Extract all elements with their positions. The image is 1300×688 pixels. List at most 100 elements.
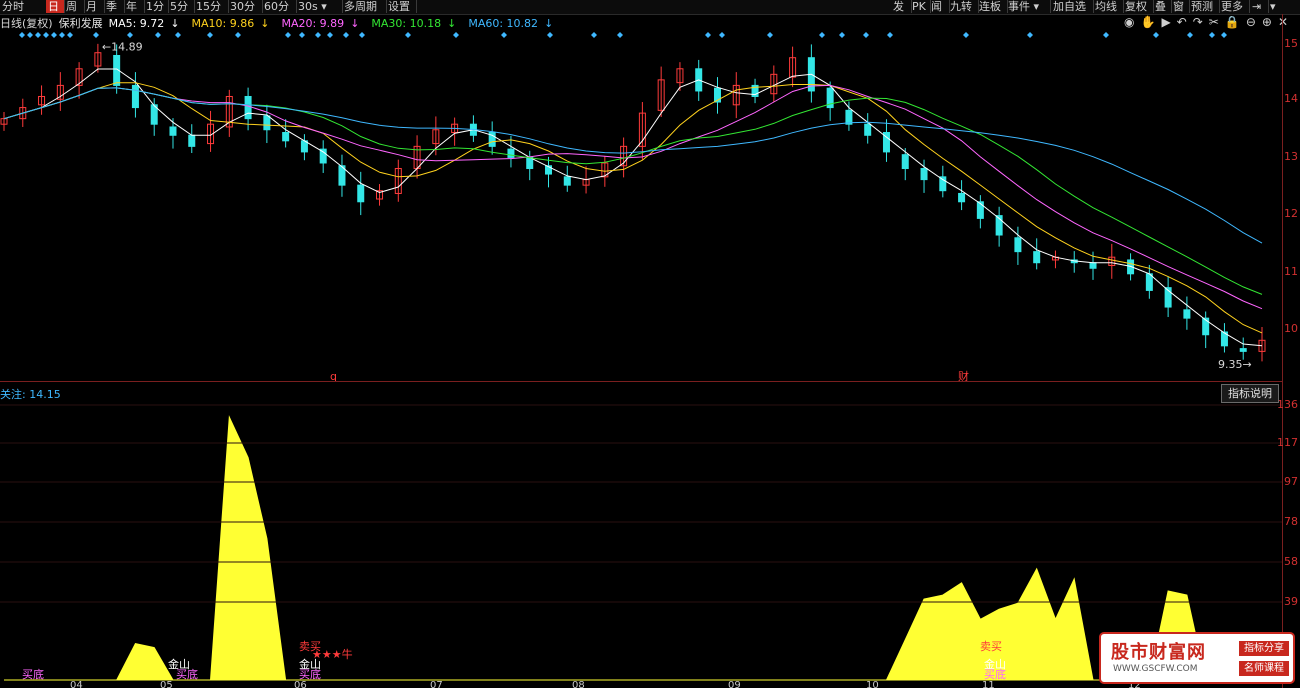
ma20-line: [3, 84, 1263, 310]
signal-diamond: [285, 32, 291, 38]
signal-diamond: [547, 32, 553, 38]
candle-body: [507, 148, 515, 158]
candle-body: [1239, 348, 1247, 352]
price-tick-14: 14: [1284, 92, 1298, 105]
signal-diamond: [155, 32, 161, 38]
candle-body: [131, 84, 139, 109]
signal-diamond: [963, 32, 969, 38]
watermark-tag-course: 名师课程: [1239, 661, 1289, 676]
candle-body: [1089, 262, 1097, 269]
date-08: 08: [572, 680, 585, 688]
watermark-title: 股市财富网: [1111, 642, 1206, 663]
candle-body: [958, 192, 966, 203]
candle-body: [976, 201, 984, 219]
candle-body: [1033, 251, 1041, 264]
candle-body: [357, 184, 365, 203]
indicator-area: [4, 415, 1262, 681]
date-10: 10: [866, 680, 879, 688]
signal-diamond: [359, 32, 365, 38]
signal-diamond: [19, 32, 25, 38]
price-tick-12: 12: [1284, 207, 1298, 220]
price-tick-15: 15: [1284, 37, 1298, 50]
ind-tick-97: 97: [1284, 475, 1298, 488]
signal-diamond: [839, 32, 845, 38]
signal-diamond: [93, 32, 99, 38]
candle-body: [1014, 237, 1022, 253]
signal-diamond: [453, 32, 459, 38]
indicator-title: 关注: 14.15: [0, 388, 61, 401]
candle-body: [1202, 317, 1210, 336]
candle-body: [169, 126, 177, 136]
signal-diamond: [719, 32, 725, 38]
candle-body: [563, 176, 571, 186]
candle-body: [920, 168, 928, 181]
candle-body: [939, 176, 947, 192]
signal-diamond: [235, 32, 241, 38]
signal-diamond: [1209, 32, 1215, 38]
signal-diamond: [175, 32, 181, 38]
date-11: 11: [982, 680, 995, 688]
date-07: 07: [430, 680, 443, 688]
signal-diamond: [767, 32, 773, 38]
signal-diamond: [1221, 32, 1227, 38]
ind-tick-58: 58: [1284, 555, 1298, 568]
label-buy-bottom-4: 买底: [984, 667, 1006, 681]
ind-tick-117: 117: [1277, 436, 1298, 449]
price-tick-11: 11: [1284, 265, 1298, 278]
date-06: 06: [294, 680, 307, 688]
candle-body: [282, 132, 290, 142]
candle-body: [901, 154, 909, 170]
label-buy-bottom-2: 买底: [176, 667, 198, 681]
label-buy-bottom-3: 买底: [299, 667, 321, 681]
price-tick-13: 13: [1284, 150, 1298, 163]
candle-body: [188, 134, 196, 147]
panel-separator: [0, 381, 1282, 382]
axis-separator: [1282, 14, 1283, 688]
label-buy-bottom: 买底: [22, 667, 44, 681]
signal-diamond: [127, 32, 133, 38]
date-05: 05: [160, 680, 173, 688]
watermark-url: WWW.GSCFW.COM: [1113, 664, 1198, 674]
signal-diamond: [59, 32, 65, 38]
signal-diamond: [1103, 32, 1109, 38]
signal-diamond: [591, 32, 597, 38]
signal-diamond: [863, 32, 869, 38]
low-price-label: 9.35→: [1218, 358, 1252, 371]
ind-tick-136: 136: [1277, 398, 1298, 411]
signal-diamond: [67, 32, 73, 38]
date-04: 04: [70, 680, 83, 688]
signal-diamond: [1187, 32, 1193, 38]
ma30-line: [3, 87, 1263, 295]
date-09: 09: [728, 680, 741, 688]
candle-body: [244, 95, 252, 120]
ind-tick-78: 78: [1284, 515, 1298, 528]
signal-diamond: [819, 32, 825, 38]
signal-diamond: [315, 32, 321, 38]
signal-diamond: [327, 32, 333, 38]
price-tick-10: 10: [1284, 322, 1298, 335]
ma60-line: [3, 87, 1263, 244]
signal-diamond: [617, 32, 623, 38]
ma5-line: [3, 68, 1263, 347]
label-sell-buy-2: 卖买: [980, 640, 1002, 653]
signal-diamond: [705, 32, 711, 38]
candle-body: [845, 109, 853, 125]
candle-body: [526, 156, 534, 170]
site-watermark: 股市财富网 WWW.GSCFW.COM 指标分享 名师课程: [1099, 632, 1295, 684]
signal-diamond: [343, 32, 349, 38]
high-price-label: ←14.89: [102, 41, 143, 54]
indicator-explain-button[interactable]: 指标说明: [1221, 384, 1279, 403]
watermark-tag-share: 指标分享: [1239, 641, 1289, 656]
signal-diamond: [27, 32, 33, 38]
signal-diamond: [299, 32, 305, 38]
signal-diamond: [405, 32, 411, 38]
kline-chart[interactable]: ←14.899.35→q 财买底金山买底卖买★★★牛金山买底卖买金山买底: [0, 0, 1300, 688]
ma10-line: [3, 82, 1263, 334]
stock-chart-window: 分时 日 周 月 季 年 1分 5分 15分 30分 60分 30s ▾ 多周期…: [0, 0, 1300, 688]
signal-diamond: [35, 32, 41, 38]
ind-tick-39: 39: [1284, 595, 1298, 608]
candle-body: [864, 123, 872, 136]
candle-body: [1183, 309, 1191, 319]
candle-body: [263, 115, 271, 131]
signal-diamond: [43, 32, 49, 38]
